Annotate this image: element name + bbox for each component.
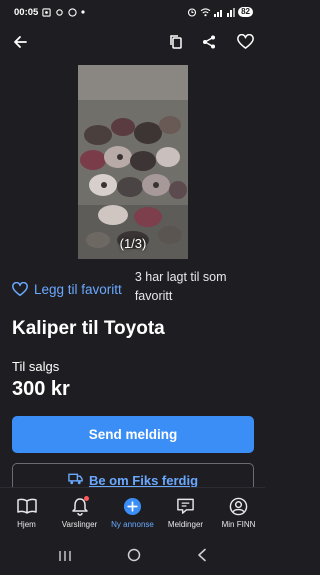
system-nav-bar [0,540,265,575]
chat-icon [175,496,197,516]
copy-button[interactable] [164,30,188,54]
nav-item-min-finn[interactable]: Min FINN [212,496,265,529]
system-back-button[interactable] [196,548,208,567]
nav-item-meldinger[interactable]: Meldinger [159,496,212,529]
favorite-row: Legg til favoritt 3 har lagt til som fav… [12,268,257,306]
nav-item-ny-annonse[interactable]: Ny annonse [106,496,159,529]
fiks-ferdig-label: Be om Fiks ferdig [88,473,199,488]
recent-apps-button[interactable] [58,549,72,567]
book-icon [16,496,38,516]
bottom-nav: Hjem Varslinger Ny annonse Meldinger Min… [0,487,265,539]
wifi-icon [200,7,211,16]
share-icon [203,35,215,49]
status-bar: 00:05 82 [0,0,265,24]
add-favorite-label: Legg til favoritt [34,281,122,297]
whatsapp-icon [68,7,77,17]
battery-indicator: 82 [238,7,253,17]
nav-label-meldinger: Meldinger [167,520,204,529]
listing-title: Kaliper til Toyota [12,318,165,339]
favorite-count: 3 har lagt til som favoritt [134,270,227,303]
sale-type: Til salgs [12,359,60,374]
bell-icon [69,496,91,516]
favorite-top-button[interactable] [233,30,257,54]
nav-label-hjem: Hjem [17,520,36,529]
home-circle-icon [127,548,140,562]
top-bar [0,28,265,58]
heart-icon [236,34,254,49]
notification-dot [83,496,89,501]
sync-icon [56,8,64,16]
recent-apps-icon [58,550,71,561]
truck-icon [68,473,83,485]
heart-outline-icon [12,281,28,296]
home-button[interactable] [127,548,141,567]
signal-icon [214,9,223,17]
nav-item-hjem[interactable]: Hjem [0,496,53,529]
system-back-icon [197,548,206,562]
photo-counter: (1/3) [119,236,147,251]
nav-label-varslinger: Varslinger [61,520,98,529]
signal-2-icon [227,7,236,17]
add-favorite-link[interactable]: Legg til favoritt [12,272,130,306]
screenshot-icon [42,7,51,17]
status-left: 00:05 [14,7,85,18]
status-right: 82 [187,7,253,17]
back-button[interactable] [8,30,32,54]
nav-item-varslinger[interactable]: Varslinger [53,496,106,529]
plus-circle-icon [122,496,144,516]
photo-image [78,65,188,259]
nav-label-min-finn: Min FINN [221,520,256,529]
alarm-icon [188,8,197,17]
listing-photo[interactable]: (1/3) [78,65,188,259]
listing-price: 300 kr [12,378,70,400]
dot-icon [81,10,85,14]
share-button[interactable] [197,30,221,54]
send-message-button[interactable]: Send melding [12,416,254,453]
status-time: 00:05 [14,6,39,18]
back-arrow-icon [14,36,27,48]
profile-icon [228,496,250,516]
nav-label-ny-annonse: Ny annonse [111,520,154,529]
copy-icon [170,35,182,49]
